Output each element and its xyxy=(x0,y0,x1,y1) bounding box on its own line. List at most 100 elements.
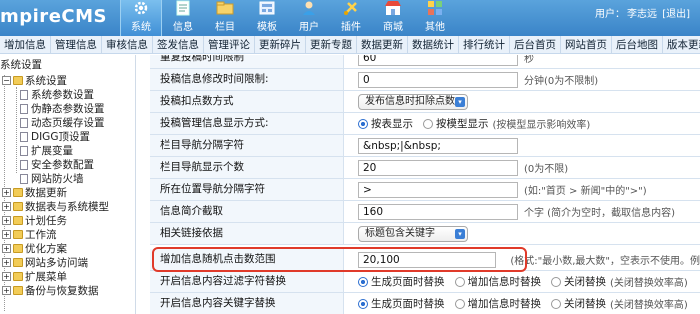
tree-item[interactable]: 扩展变量 xyxy=(20,143,73,158)
shop-icon xyxy=(384,0,402,16)
expand-icon[interactable]: + xyxy=(2,244,11,253)
related-link-select[interactable]: 标题包含关键字 ▾ xyxy=(358,225,468,242)
position-separator-input[interactable]: > xyxy=(358,181,518,198)
submenu-item[interactable]: 签发信息 xyxy=(153,36,204,54)
tree-root[interactable]: 系统设置 xyxy=(0,57,42,72)
nav-info[interactable]: 信息 xyxy=(162,0,204,36)
settings-form: 重复投稿时间限制 60 秒 投稿信息修改时间限制: 0 分钟(0为不限制) 投稿扣点… xyxy=(150,55,700,314)
deduct-mode-select[interactable]: 发布信息时扣除点数 ▾ xyxy=(358,93,468,110)
tree-item[interactable]: 动态页缓存设置 xyxy=(20,115,105,130)
radio-keyword-on-add[interactable]: 增加信息时替换 xyxy=(454,296,541,311)
left-tree: 系统设置 − 系统设置 系统参数设置 伪静态参数设置 动态页缓存设置 DIGG顶… xyxy=(0,55,136,314)
submenu-item[interactable]: 后台地图 xyxy=(612,36,663,54)
submenu-item[interactable]: 网站首页 xyxy=(561,36,612,54)
folder-icon xyxy=(13,258,23,267)
radio-filter-off[interactable]: 关闭替换 xyxy=(551,274,606,289)
tree-item[interactable]: 伪静态参数设置 xyxy=(20,101,105,116)
nav-shop[interactable]: 商城 xyxy=(372,0,414,36)
nav-plugin[interactable]: 插件 xyxy=(330,0,372,36)
logout-link[interactable]: [退出] xyxy=(662,9,690,20)
form-row: 投稿信息修改时间限制: 0 分钟(0为不限制) xyxy=(150,69,700,91)
chevron-down-icon: ▾ xyxy=(455,96,465,107)
folder-icon xyxy=(13,244,23,253)
nav-template[interactable]: 模板 xyxy=(246,0,288,36)
expand-icon[interactable]: + xyxy=(2,230,11,239)
tree-node-system[interactable]: − 系统设置 xyxy=(2,73,67,88)
nav-system[interactable]: 系统 xyxy=(120,0,162,36)
page-icon xyxy=(20,173,28,184)
nav-other[interactable]: 其他 xyxy=(414,0,456,36)
page-icon xyxy=(20,103,28,114)
chevron-down-icon: ▾ xyxy=(455,228,465,239)
submenu-item[interactable]: 版本更新 xyxy=(663,36,700,54)
tree-item[interactable]: 安全参数配置 xyxy=(20,157,94,172)
expand-icon[interactable]: + xyxy=(2,188,11,197)
form-row: 栏目导航分隔字符 &nbsp;|&nbsp; xyxy=(150,135,700,157)
nav-separator-input[interactable]: &nbsp;|&nbsp; xyxy=(358,137,518,154)
user-name[interactable]: 李志远 xyxy=(627,9,657,20)
submenu-item[interactable]: 更新碎片 xyxy=(255,36,306,54)
repeat-submit-limit-input[interactable]: 60 xyxy=(358,55,518,66)
form-row: 投稿扣点数方式 发布信息时扣除点数 ▾ xyxy=(150,91,700,113)
logo: mpireCMS xyxy=(0,6,107,27)
form-row: 增加信息随机点击数范围 20,100 (格式:"最小数,最大数"，空表示不使用。例 xyxy=(150,249,700,271)
folder-icon xyxy=(216,0,234,16)
folder-icon xyxy=(13,286,23,295)
nav-user[interactable]: 用户 xyxy=(288,0,330,36)
submenu-item[interactable]: 管理评论 xyxy=(204,36,255,54)
tree-group[interactable]: + 网站多访问端 xyxy=(2,255,88,270)
page-icon xyxy=(20,159,28,170)
tree-group[interactable]: + 备份与恢复数据 xyxy=(2,283,99,298)
radio-filter-on-add[interactable]: 增加信息时替换 xyxy=(454,274,541,289)
expand-icon[interactable]: + xyxy=(2,202,11,211)
doc-icon xyxy=(174,0,192,16)
random-click-range-input[interactable]: 20,100 xyxy=(358,251,497,268)
collapse-icon[interactable]: − xyxy=(2,76,11,85)
edit-time-limit-input[interactable]: 0 xyxy=(358,71,518,88)
submenu-item[interactable]: 排行统计 xyxy=(459,36,510,54)
plugin-icon xyxy=(342,0,360,16)
nav-count-input[interactable]: 20 xyxy=(358,159,518,176)
submenu-item[interactable]: 审核信息 xyxy=(102,36,153,54)
tree-group[interactable]: + 数据表与系统模型 xyxy=(2,199,109,214)
form-row: 栏目导航显示个数 20 (0为不限) xyxy=(150,157,700,179)
submenu-item[interactable]: 后台首页 xyxy=(510,36,561,54)
submenu-item[interactable]: 更新专题 xyxy=(306,36,357,54)
tree-item[interactable]: 网站防火墙 xyxy=(20,171,84,186)
tree-group[interactable]: + 扩展菜单 xyxy=(2,269,67,284)
submenu-item[interactable]: 数据统计 xyxy=(408,36,459,54)
folder-icon xyxy=(13,216,23,225)
radio-checked-icon xyxy=(358,298,368,309)
expand-icon[interactable]: + xyxy=(2,272,11,281)
radio-keyword-on-generate[interactable]: 生成页面时替换 xyxy=(358,296,445,311)
quick-menu: 增加信息 管理信息 审核信息 签发信息 管理评论 更新碎片 更新专题 数据更新 … xyxy=(0,36,700,54)
radio-by-model[interactable]: 按模型显示 xyxy=(423,116,489,131)
tree-group[interactable]: + 数据更新 xyxy=(2,185,67,200)
expand-icon[interactable]: + xyxy=(2,216,11,225)
radio-icon xyxy=(454,276,465,287)
radio-filter-on-generate[interactable]: 生成页面时替换 xyxy=(358,274,445,289)
expand-icon[interactable]: + xyxy=(2,258,11,267)
tree-group[interactable]: + 工作流 xyxy=(2,227,57,242)
tree-group[interactable]: + 计划任务 xyxy=(2,213,67,228)
folder-icon xyxy=(13,272,23,281)
page-icon xyxy=(20,145,28,156)
page-icon xyxy=(20,89,28,100)
radio-by-table[interactable]: 按表显示 xyxy=(358,116,413,131)
radio-keyword-off[interactable]: 关闭替换 xyxy=(551,296,606,311)
tree-line xyxy=(16,87,17,173)
nav-column[interactable]: 栏目 xyxy=(204,0,246,36)
radio-icon xyxy=(423,118,433,129)
submenu-item[interactable]: 管理信息 xyxy=(51,36,102,54)
tree-group[interactable]: + 优化方案 xyxy=(2,241,67,256)
expand-icon[interactable]: + xyxy=(2,286,11,295)
page-icon xyxy=(20,117,28,128)
submenu-item[interactable]: 增加信息 xyxy=(0,36,51,54)
submenu-item[interactable]: 数据更新 xyxy=(357,36,408,54)
user-info: 用户： 李志远 [退出] xyxy=(595,9,690,20)
tree-item[interactable]: DIGG顶设置 xyxy=(20,129,90,144)
radio-icon xyxy=(551,298,561,309)
summary-length-input[interactable]: 160 xyxy=(358,203,518,220)
tree-item[interactable]: 系统参数设置 xyxy=(20,87,94,102)
more-icon xyxy=(426,0,444,16)
